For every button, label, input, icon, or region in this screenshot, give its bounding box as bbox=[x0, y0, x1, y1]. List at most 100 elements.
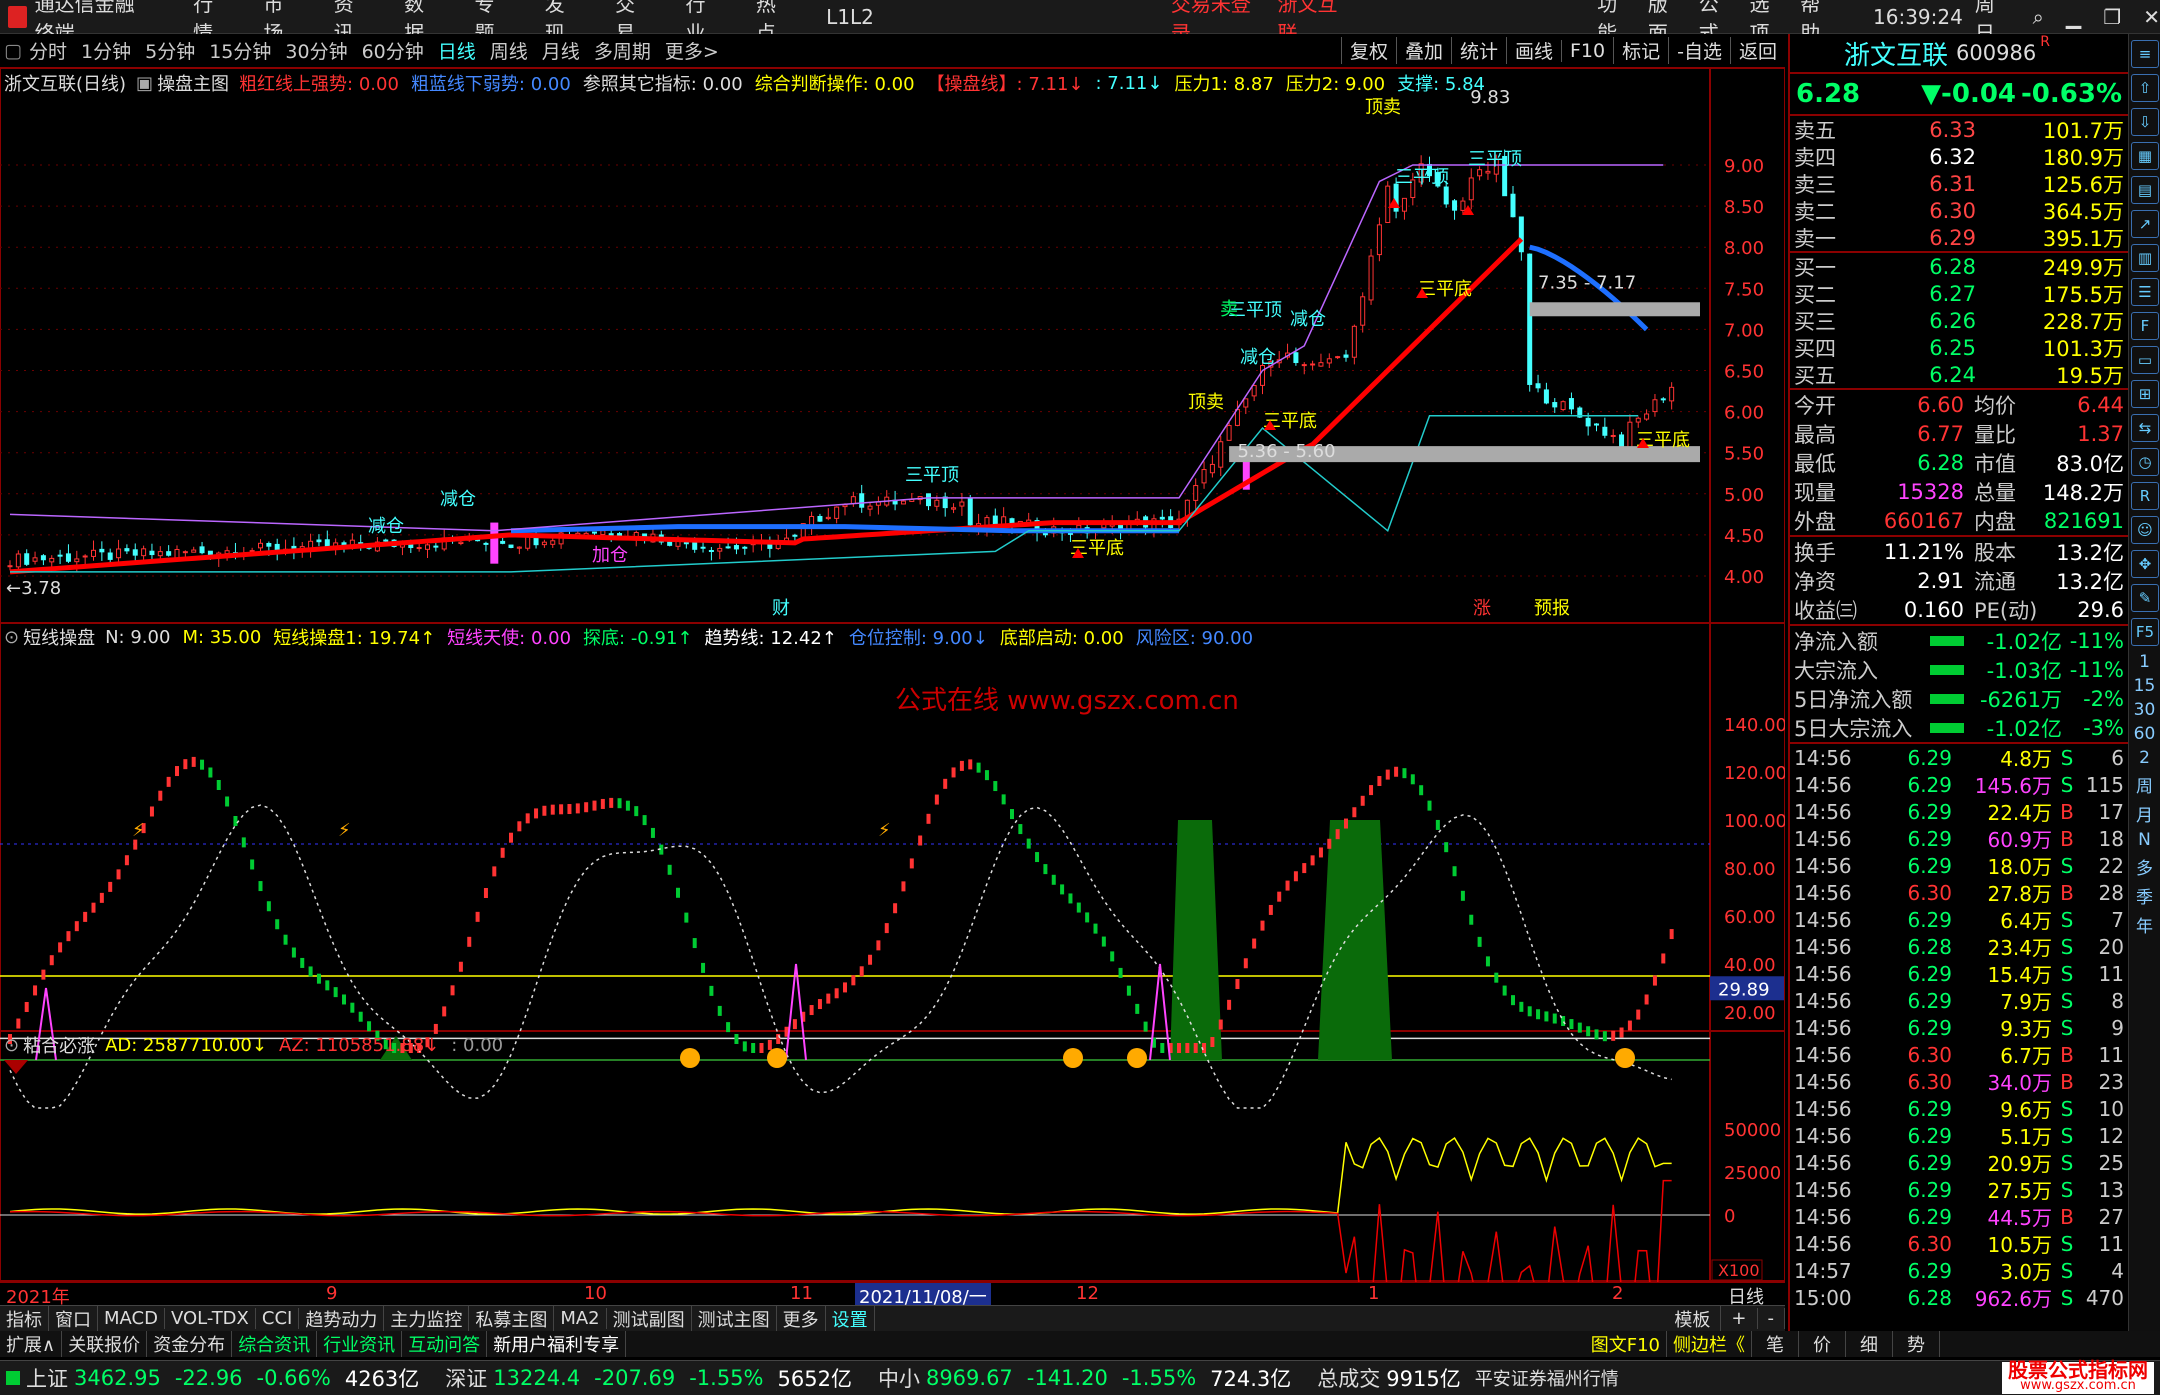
extension-tab[interactable]: 综合资讯 bbox=[232, 1331, 318, 1357]
indicator-tab[interactable]: VOL-TDX bbox=[165, 1308, 256, 1329]
ask-row[interactable]: 卖五 6.33 101.7万 bbox=[1790, 116, 2128, 143]
indicator-tab[interactable]: 窗口 bbox=[49, 1305, 98, 1332]
indicator-tab[interactable]: 设置 bbox=[826, 1305, 875, 1332]
news-icon[interactable]: ≡ bbox=[2131, 40, 2159, 68]
template-button[interactable]: 模板 bbox=[1664, 1305, 1722, 1332]
move-icon[interactable]: ✥ bbox=[2131, 550, 2159, 578]
side-tab[interactable]: 侧边栏《 bbox=[1667, 1331, 1752, 1357]
chart-area[interactable]: 9.00 8.50 8.00 7.50 7.00 6.50 6.00 5.50 5.00 4.50… bbox=[0, 68, 1785, 1282]
period-icon[interactable]: 2 bbox=[2129, 748, 2160, 768]
search-icon[interactable]: ⌕ bbox=[2033, 5, 2044, 29]
side-tab[interactable]: 势 bbox=[1893, 1331, 1940, 1357]
minimize-icon[interactable]: ▁ bbox=[2066, 5, 2081, 29]
extension-tab[interactable]: 扩展∧ bbox=[0, 1331, 63, 1357]
chart-button[interactable]: 标记 bbox=[1613, 37, 1668, 64]
period-15-icon[interactable]: 15 bbox=[2129, 676, 2160, 696]
table-icon[interactable]: ▤ bbox=[2131, 176, 2159, 204]
main-indicator-name[interactable]: 操盘主图 bbox=[157, 70, 229, 96]
chart-button[interactable]: 返回 bbox=[1729, 37, 1785, 64]
period-tab[interactable]: 分时 bbox=[22, 37, 74, 64]
close-icon[interactable]: ✕ bbox=[2143, 5, 2160, 29]
period-tab[interactable]: 5分钟 bbox=[138, 37, 202, 64]
pen-icon[interactable]: ✎ bbox=[2131, 584, 2159, 612]
indicator-toggle-icon[interactable]: ▣ bbox=[136, 73, 153, 94]
calc-icon[interactable]: ⊞ bbox=[2131, 380, 2159, 408]
period-icon[interactable]: 年 bbox=[2129, 912, 2160, 937]
ad-panel-name[interactable]: 粘合必涨 bbox=[23, 1032, 95, 1058]
ad-panel-toggle-icon[interactable]: ⊙ bbox=[4, 1035, 19, 1056]
bid-row[interactable]: 买五 6.24 19.5万 bbox=[1790, 361, 2128, 388]
period-1-icon[interactable]: 1 bbox=[2129, 652, 2160, 672]
indicator-tab[interactable]: MA2 bbox=[554, 1308, 607, 1329]
indicator-tab[interactable]: 主力监控 bbox=[384, 1305, 470, 1332]
template-button[interactable]: + bbox=[1721, 1308, 1758, 1329]
period-tab[interactable]: 更多> bbox=[658, 37, 726, 64]
chart-button[interactable]: 叠加 bbox=[1395, 37, 1451, 64]
chart-button[interactable]: 画线 bbox=[1505, 37, 1561, 64]
period-tab[interactable]: 日线 bbox=[431, 37, 483, 64]
list-icon[interactable]: ☰ bbox=[2131, 278, 2159, 306]
chart-button[interactable]: 复权 bbox=[1340, 37, 1396, 64]
indicator-tab[interactable]: MACD bbox=[98, 1308, 165, 1329]
bar-chart-icon[interactable]: ▥ bbox=[2131, 244, 2159, 272]
f5-icon[interactable]: F5 bbox=[2131, 618, 2159, 646]
side-tab[interactable]: 图文F10 bbox=[1585, 1331, 1667, 1357]
chart-button[interactable]: 统计 bbox=[1450, 37, 1506, 64]
period-icon[interactable]: 多 bbox=[2129, 854, 2160, 879]
indicator-tab[interactable]: CCI bbox=[256, 1308, 300, 1329]
tick-list[interactable]: 14:56 6.29 4.8万 S 6 14:56 6.29 145.6万 S 115 14:56 6… bbox=[1790, 744, 2128, 1312]
indicator-tab[interactable]: 测试主图 bbox=[692, 1305, 777, 1332]
menu-item[interactable]: L1L2 bbox=[826, 5, 874, 29]
clock-icon[interactable]: ◷ bbox=[2131, 448, 2159, 476]
extension-tab[interactable]: 行业资讯 bbox=[317, 1331, 403, 1357]
period-icon[interactable]: 周 bbox=[2129, 772, 2160, 797]
ask-row[interactable]: 卖三 6.31 125.6万 bbox=[1790, 170, 2128, 197]
template-button[interactable]: - bbox=[1758, 1308, 1785, 1329]
period-tab[interactable]: 15分钟 bbox=[202, 37, 278, 64]
grid-icon[interactable]: ▦ bbox=[2131, 142, 2159, 170]
extension-tab[interactable]: 资金分布 bbox=[147, 1331, 233, 1357]
bid-row[interactable]: 买四 6.25 101.3万 bbox=[1790, 334, 2128, 361]
period-icon[interactable]: 季 bbox=[2129, 883, 2160, 908]
period-tab[interactable]: 1分钟 bbox=[74, 37, 138, 64]
period-30-icon[interactable]: 30 bbox=[2129, 700, 2160, 720]
index-name[interactable]: 深证 bbox=[445, 1363, 487, 1393]
ask-row[interactable]: 卖四 6.32 180.9万 bbox=[1790, 143, 2128, 170]
bid-row[interactable]: 买二 6.27 175.5万 bbox=[1790, 280, 2128, 307]
extension-tab[interactable]: 互动问答 bbox=[402, 1331, 488, 1357]
period-tab[interactable]: 30分钟 bbox=[278, 37, 354, 64]
side-tab[interactable]: 细 bbox=[1846, 1331, 1893, 1357]
indicator-tab[interactable]: 指标 bbox=[0, 1305, 49, 1332]
bid-row[interactable]: 买三 6.26 228.7万 bbox=[1790, 307, 2128, 334]
side-tab[interactable]: 价 bbox=[1799, 1331, 1846, 1357]
period-tab[interactable]: 月线 bbox=[535, 37, 587, 64]
period-tab[interactable]: 多周期 bbox=[587, 37, 658, 64]
period-tab[interactable]: 周线 bbox=[483, 37, 535, 64]
restore-icon[interactable]: ❐ bbox=[2103, 5, 2121, 29]
indicator-tab[interactable]: 私募主图 bbox=[469, 1305, 555, 1332]
arrow-down-icon[interactable]: ⇩ bbox=[2131, 108, 2159, 136]
line-chart-icon[interactable]: ↗ bbox=[2131, 210, 2159, 238]
arrow-up-icon[interactable]: ⇧ bbox=[2131, 74, 2159, 102]
index-name[interactable]: 中小 bbox=[878, 1363, 920, 1393]
short-panel-name[interactable]: 短线操盘 bbox=[23, 624, 95, 650]
doc-icon[interactable]: ▭ bbox=[2131, 346, 2159, 374]
indicator-tab[interactable]: 更多 bbox=[777, 1305, 826, 1332]
indicator-tab[interactable]: 趋势动力 bbox=[299, 1305, 385, 1332]
short-panel-toggle-icon[interactable]: ⊙ bbox=[4, 627, 19, 648]
chart-button[interactable]: -自选 bbox=[1668, 37, 1730, 64]
chart-button[interactable]: F10 bbox=[1561, 39, 1613, 62]
rsi-icon[interactable]: R bbox=[2131, 482, 2159, 510]
period-tab[interactable]: 60分钟 bbox=[355, 37, 431, 64]
fund-icon[interactable]: F bbox=[2131, 312, 2159, 340]
extension-tab[interactable]: 新用户福利专享 bbox=[487, 1331, 627, 1357]
period-icon[interactable]: N bbox=[2129, 830, 2160, 850]
extension-tab[interactable]: 关联报价 bbox=[62, 1331, 148, 1357]
period-icon[interactable]: 月 bbox=[2129, 801, 2160, 826]
ask-row[interactable]: 卖二 6.30 364.5万 bbox=[1790, 197, 2128, 224]
ask-row[interactable]: 卖一 6.29 395.1万 bbox=[1790, 224, 2128, 251]
indicator-tab[interactable]: 测试副图 bbox=[607, 1305, 692, 1332]
period-60-icon[interactable]: 60 bbox=[2129, 724, 2160, 744]
side-tab[interactable]: 笔 bbox=[1752, 1331, 1799, 1357]
bid-row[interactable]: 买一 6.28 249.9万 bbox=[1790, 253, 2128, 280]
